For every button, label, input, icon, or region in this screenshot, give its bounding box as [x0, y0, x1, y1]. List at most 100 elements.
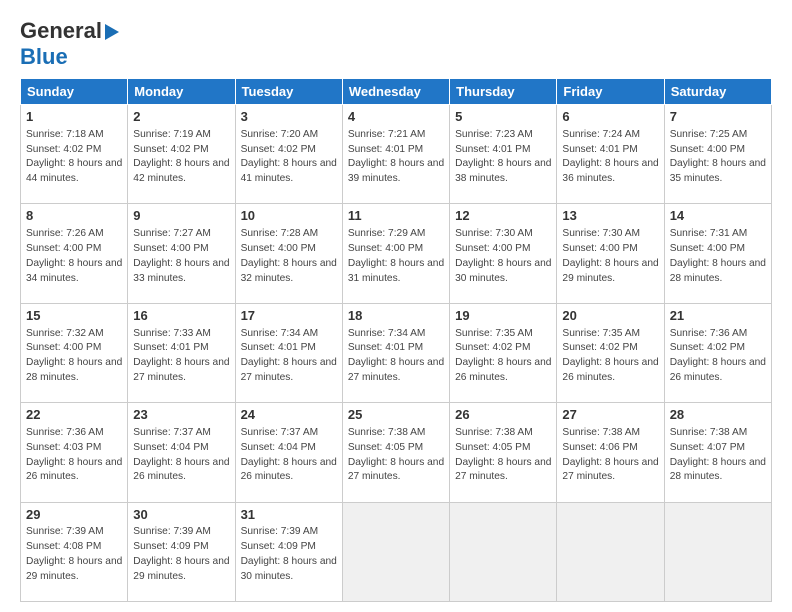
day-number: 23: [133, 406, 229, 425]
day-info: Sunrise: 7:32 AMSunset: 4:00 PMDaylight:…: [26, 328, 122, 383]
day-info: Sunrise: 7:31 AMSunset: 4:00 PMDaylight:…: [670, 228, 766, 283]
calendar-cell: 2 Sunrise: 7:19 AMSunset: 4:02 PMDayligh…: [128, 105, 235, 204]
calendar-table: SundayMondayTuesdayWednesdayThursdayFrid…: [20, 78, 772, 602]
calendar-cell: 6 Sunrise: 7:24 AMSunset: 4:01 PMDayligh…: [557, 105, 664, 204]
day-info: Sunrise: 7:39 AMSunset: 4:08 PMDaylight:…: [26, 526, 122, 581]
logo-general: General: [20, 18, 102, 44]
day-number: 1: [26, 108, 122, 127]
calendar-cell: 19 Sunrise: 7:35 AMSunset: 4:02 PMDaylig…: [450, 303, 557, 402]
day-number: 14: [670, 207, 766, 226]
day-info: Sunrise: 7:23 AMSunset: 4:01 PMDaylight:…: [455, 129, 551, 184]
day-info: Sunrise: 7:38 AMSunset: 4:05 PMDaylight:…: [348, 427, 444, 482]
day-info: Sunrise: 7:38 AMSunset: 4:06 PMDaylight:…: [562, 427, 658, 482]
calendar-cell: 1 Sunrise: 7:18 AMSunset: 4:02 PMDayligh…: [21, 105, 128, 204]
day-number: 15: [26, 307, 122, 326]
calendar-cell: 17 Sunrise: 7:34 AMSunset: 4:01 PMDaylig…: [235, 303, 342, 402]
day-info: Sunrise: 7:36 AMSunset: 4:02 PMDaylight:…: [670, 328, 766, 383]
calendar-cell: 28 Sunrise: 7:38 AMSunset: 4:07 PMDaylig…: [664, 403, 771, 502]
day-info: Sunrise: 7:24 AMSunset: 4:01 PMDaylight:…: [562, 129, 658, 184]
week-row-3: 15 Sunrise: 7:32 AMSunset: 4:00 PMDaylig…: [21, 303, 772, 402]
day-info: Sunrise: 7:34 AMSunset: 4:01 PMDaylight:…: [348, 328, 444, 383]
day-number: 5: [455, 108, 551, 127]
day-info: Sunrise: 7:36 AMSunset: 4:03 PMDaylight:…: [26, 427, 122, 482]
day-number: 13: [562, 207, 658, 226]
day-number: 3: [241, 108, 337, 127]
day-info: Sunrise: 7:39 AMSunset: 4:09 PMDaylight:…: [241, 526, 337, 581]
calendar-cell: 7 Sunrise: 7:25 AMSunset: 4:00 PMDayligh…: [664, 105, 771, 204]
calendar-cell: 3 Sunrise: 7:20 AMSunset: 4:02 PMDayligh…: [235, 105, 342, 204]
day-info: Sunrise: 7:37 AMSunset: 4:04 PMDaylight:…: [241, 427, 337, 482]
weekday-saturday: Saturday: [664, 79, 771, 105]
day-info: Sunrise: 7:39 AMSunset: 4:09 PMDaylight:…: [133, 526, 229, 581]
day-info: Sunrise: 7:27 AMSunset: 4:00 PMDaylight:…: [133, 228, 229, 283]
logo: General Blue: [20, 18, 119, 70]
day-number: 21: [670, 307, 766, 326]
day-number: 4: [348, 108, 444, 127]
day-number: 30: [133, 506, 229, 525]
calendar-cell: 29 Sunrise: 7:39 AMSunset: 4:08 PMDaylig…: [21, 502, 128, 601]
week-row-4: 22 Sunrise: 7:36 AMSunset: 4:03 PMDaylig…: [21, 403, 772, 502]
calendar-cell: 30 Sunrise: 7:39 AMSunset: 4:09 PMDaylig…: [128, 502, 235, 601]
day-number: 9: [133, 207, 229, 226]
calendar-cell: [342, 502, 449, 601]
day-number: 12: [455, 207, 551, 226]
calendar-cell: 26 Sunrise: 7:38 AMSunset: 4:05 PMDaylig…: [450, 403, 557, 502]
day-info: Sunrise: 7:30 AMSunset: 4:00 PMDaylight:…: [455, 228, 551, 283]
calendar-cell: 18 Sunrise: 7:34 AMSunset: 4:01 PMDaylig…: [342, 303, 449, 402]
calendar-cell: 16 Sunrise: 7:33 AMSunset: 4:01 PMDaylig…: [128, 303, 235, 402]
calendar-cell: 22 Sunrise: 7:36 AMSunset: 4:03 PMDaylig…: [21, 403, 128, 502]
calendar-cell: 24 Sunrise: 7:37 AMSunset: 4:04 PMDaylig…: [235, 403, 342, 502]
calendar-cell: [557, 502, 664, 601]
weekday-header-row: SundayMondayTuesdayWednesdayThursdayFrid…: [21, 79, 772, 105]
day-number: 19: [455, 307, 551, 326]
calendar-cell: 23 Sunrise: 7:37 AMSunset: 4:04 PMDaylig…: [128, 403, 235, 502]
day-info: Sunrise: 7:35 AMSunset: 4:02 PMDaylight:…: [455, 328, 551, 383]
week-row-5: 29 Sunrise: 7:39 AMSunset: 4:08 PMDaylig…: [21, 502, 772, 601]
day-info: Sunrise: 7:25 AMSunset: 4:00 PMDaylight:…: [670, 129, 766, 184]
logo-blue: Blue: [20, 44, 68, 69]
day-info: Sunrise: 7:20 AMSunset: 4:02 PMDaylight:…: [241, 129, 337, 184]
calendar-cell: 5 Sunrise: 7:23 AMSunset: 4:01 PMDayligh…: [450, 105, 557, 204]
day-number: 27: [562, 406, 658, 425]
week-row-2: 8 Sunrise: 7:26 AMSunset: 4:00 PMDayligh…: [21, 204, 772, 303]
calendar-cell: 31 Sunrise: 7:39 AMSunset: 4:09 PMDaylig…: [235, 502, 342, 601]
header: General Blue: [20, 18, 772, 70]
day-number: 25: [348, 406, 444, 425]
day-number: 16: [133, 307, 229, 326]
day-number: 29: [26, 506, 122, 525]
day-number: 22: [26, 406, 122, 425]
day-info: Sunrise: 7:30 AMSunset: 4:00 PMDaylight:…: [562, 228, 658, 283]
day-info: Sunrise: 7:26 AMSunset: 4:00 PMDaylight:…: [26, 228, 122, 283]
day-info: Sunrise: 7:35 AMSunset: 4:02 PMDaylight:…: [562, 328, 658, 383]
weekday-friday: Friday: [557, 79, 664, 105]
day-number: 8: [26, 207, 122, 226]
day-number: 6: [562, 108, 658, 127]
calendar-cell: 27 Sunrise: 7:38 AMSunset: 4:06 PMDaylig…: [557, 403, 664, 502]
calendar-cell: 10 Sunrise: 7:28 AMSunset: 4:00 PMDaylig…: [235, 204, 342, 303]
calendar-cell: 8 Sunrise: 7:26 AMSunset: 4:00 PMDayligh…: [21, 204, 128, 303]
weekday-sunday: Sunday: [21, 79, 128, 105]
day-info: Sunrise: 7:34 AMSunset: 4:01 PMDaylight:…: [241, 328, 337, 383]
week-row-1: 1 Sunrise: 7:18 AMSunset: 4:02 PMDayligh…: [21, 105, 772, 204]
day-info: Sunrise: 7:18 AMSunset: 4:02 PMDaylight:…: [26, 129, 122, 184]
day-info: Sunrise: 7:38 AMSunset: 4:05 PMDaylight:…: [455, 427, 551, 482]
calendar-cell: [664, 502, 771, 601]
day-number: 7: [670, 108, 766, 127]
day-number: 18: [348, 307, 444, 326]
day-number: 28: [670, 406, 766, 425]
day-info: Sunrise: 7:29 AMSunset: 4:00 PMDaylight:…: [348, 228, 444, 283]
weekday-thursday: Thursday: [450, 79, 557, 105]
day-info: Sunrise: 7:19 AMSunset: 4:02 PMDaylight:…: [133, 129, 229, 184]
day-info: Sunrise: 7:38 AMSunset: 4:07 PMDaylight:…: [670, 427, 766, 482]
day-number: 11: [348, 207, 444, 226]
logo-arrow-icon: [105, 24, 119, 40]
calendar-cell: [450, 502, 557, 601]
calendar-cell: 15 Sunrise: 7:32 AMSunset: 4:00 PMDaylig…: [21, 303, 128, 402]
calendar-cell: 9 Sunrise: 7:27 AMSunset: 4:00 PMDayligh…: [128, 204, 235, 303]
calendar-cell: 11 Sunrise: 7:29 AMSunset: 4:00 PMDaylig…: [342, 204, 449, 303]
calendar-cell: 25 Sunrise: 7:38 AMSunset: 4:05 PMDaylig…: [342, 403, 449, 502]
day-number: 10: [241, 207, 337, 226]
weekday-wednesday: Wednesday: [342, 79, 449, 105]
day-number: 31: [241, 506, 337, 525]
calendar-cell: 14 Sunrise: 7:31 AMSunset: 4:00 PMDaylig…: [664, 204, 771, 303]
